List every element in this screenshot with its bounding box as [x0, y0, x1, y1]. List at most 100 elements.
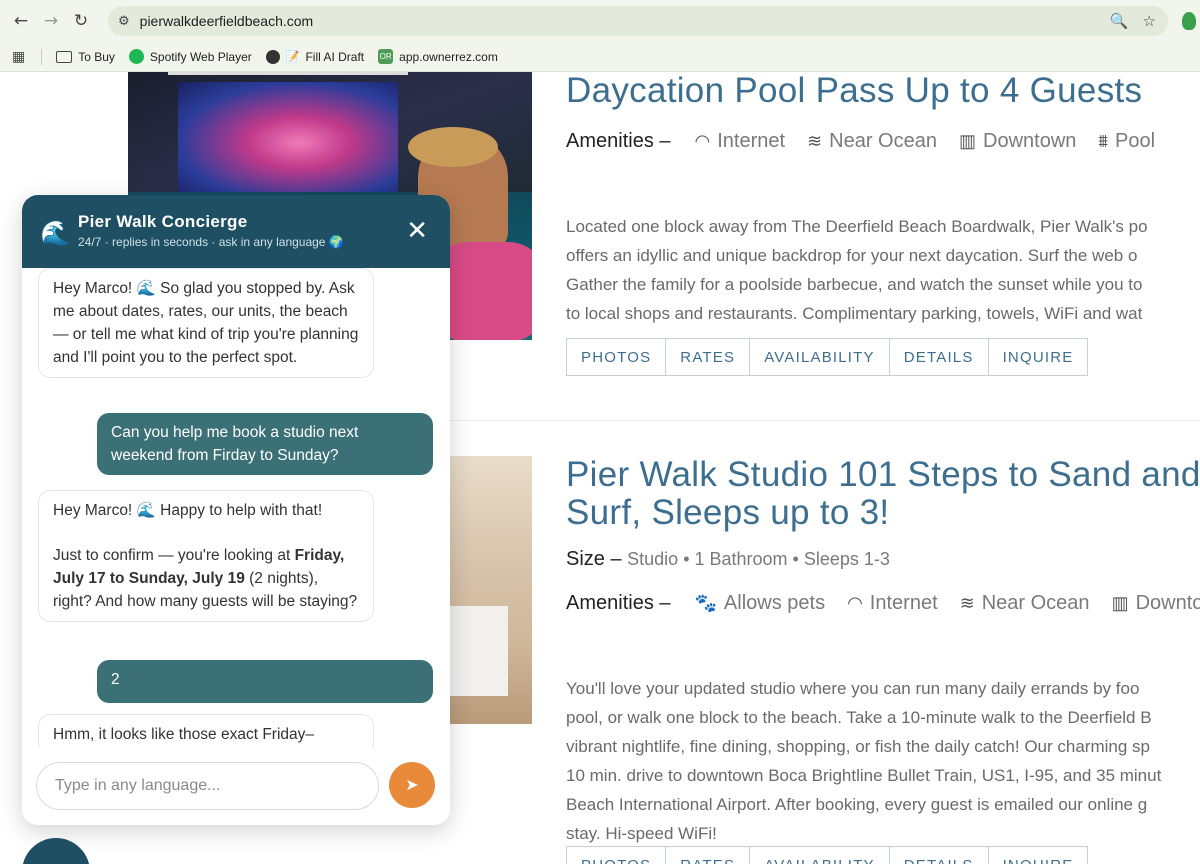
globe-icon	[265, 49, 280, 64]
amenity-pool: ⩩ Pool	[1098, 130, 1155, 153]
send-icon[interactable]: ➤	[389, 762, 435, 808]
bookmark-label: app.ownerrez.com	[399, 49, 498, 64]
amenity-near-ocean: ≋ Near Ocean	[807, 130, 937, 153]
listing-description: You'll love your updated studio where yo…	[566, 674, 1200, 848]
amenity-label: Near Ocean	[829, 130, 937, 152]
bot-message-line: Hey Marco! 🌊 Happy to help with that!	[53, 502, 323, 519]
availability-button[interactable]: AVAILABILITY	[750, 847, 890, 864]
photos-button[interactable]: PHOTOS	[567, 339, 667, 375]
chat-subtitle: 24/7 · replies in seconds · ask in any l…	[78, 235, 344, 249]
amenity-downtown: ▥ Downtown	[1112, 592, 1200, 615]
rates-button[interactable]: RATES	[666, 847, 751, 864]
wifi-icon: ◠	[694, 131, 711, 151]
bot-message: Hey Marco! 🌊 Happy to help with that! Ju…	[38, 490, 374, 622]
browser-toolbar: ← → ↻ ⚙ pierwalkdeerfieldbeach.com 🔍 ☆	[0, 0, 1200, 42]
listing-title-continued[interactable]: Surf, Sleeps up to 3!	[566, 494, 889, 532]
amenity-downtown: ▥ Downtown	[959, 130, 1076, 153]
amenities-label: Amenities –	[566, 592, 671, 614]
bookmark-divider	[41, 48, 43, 65]
chat-widget: 🌊 Pier Walk Concierge 24/7 · replies in …	[22, 195, 450, 825]
address-bar[interactable]: ⚙ pierwalkdeerfieldbeach.com 🔍 ☆	[108, 6, 1168, 36]
listing-title[interactable]: Daycation Pool Pass Up to 4 Guests	[566, 72, 1142, 110]
photo-lotus-mural	[178, 82, 398, 192]
bookmark-ownerrez[interactable]: OR app.ownerrez.com	[378, 49, 498, 64]
spotify-icon	[128, 49, 144, 64]
size-row: Size – Studio • 1 Bathroom • Sleeps 1-3	[566, 548, 890, 571]
photo-hat	[408, 127, 498, 167]
waves-icon: ≋	[807, 131, 823, 151]
amenity-label: Pool	[1115, 130, 1156, 152]
listing-photo-studio[interactable]	[448, 456, 532, 724]
details-button[interactable]: DETAILS	[890, 339, 989, 375]
extension-icon[interactable]	[1182, 12, 1196, 30]
chat-title: Pier Walk Concierge	[78, 212, 248, 231]
rates-button[interactable]: RATES	[666, 339, 751, 375]
ownerrez-icon: OR	[378, 49, 394, 64]
zoom-icon[interactable]: 🔍	[1110, 12, 1129, 30]
amenities-row: Amenities – 🐾 Allows pets ◠ Internet ≋ Near…	[566, 592, 1200, 615]
pool-ladder-icon: ⩩	[1098, 131, 1109, 151]
amenity-label: Allows pets	[723, 592, 826, 614]
bookmark-spotify[interactable]: Spotify Web Player	[128, 49, 252, 64]
description-line: 10 min. drive to downtown Boca Brightlin…	[566, 766, 1162, 785]
bookmark-label: Spotify Web Player	[149, 49, 252, 64]
description-line: Located one block away from The Deerfiel…	[566, 217, 1148, 236]
building-icon: ▥	[958, 131, 976, 151]
user-message: 2	[97, 660, 433, 703]
amenity-internet: ◠ Internet	[695, 130, 786, 153]
amenity-label: Downtown	[1135, 592, 1200, 614]
back-arrow-icon[interactable]: ←	[6, 6, 36, 36]
size-value: Studio • 1 Bathroom • Sleeps 1-3	[627, 549, 890, 569]
description-line: Gather the family for a poolside barbecu…	[566, 275, 1143, 294]
bot-message: Hey Marco! 🌊 So glad you stopped by. Ask…	[38, 268, 374, 378]
draft-icon: 📝	[285, 51, 300, 63]
url-text: pierwalkdeerfieldbeach.com	[139, 13, 314, 29]
chat-input[interactable]: Type in any language...	[36, 762, 379, 810]
amenity-label: Near Ocean	[981, 592, 1090, 614]
photos-button[interactable]: PHOTOS	[567, 847, 667, 864]
amenity-label: Downtown	[983, 130, 1077, 152]
amenities-row: Amenities – ◠ Internet ≋ Near Ocean ▥ Downt…	[566, 130, 1155, 153]
wave-logo-icon: 🌊	[40, 220, 70, 247]
forward-arrow-icon[interactable]: →	[36, 6, 66, 36]
description-line: stay. Hi-speed WiFi!	[566, 824, 717, 843]
inquire-button[interactable]: INQUIRE	[989, 339, 1088, 375]
description-line: pool, or walk one block to the beach. Ta…	[566, 708, 1152, 727]
photo-bed	[448, 606, 508, 696]
bot-message-text: Just to confirm — you're looking at	[53, 547, 295, 564]
description-line: Beach International Airport. After booki…	[566, 795, 1148, 814]
amenity-near-ocean: ≋ Near Ocean	[960, 592, 1090, 615]
bookmark-label: Fill AI Draft	[305, 49, 365, 64]
amenities-label: Amenities –	[566, 130, 671, 152]
description-line: You'll love your updated studio where yo…	[566, 679, 1140, 698]
bot-message-paragraph: Just to confirm — you're looking at Frid…	[53, 544, 359, 613]
reload-icon[interactable]: ↻	[66, 6, 96, 36]
building-icon: ▥	[1111, 593, 1129, 613]
bookmark-star-icon[interactable]: ☆	[1143, 12, 1156, 30]
description-line: offers an idyllic and unique backdrop fo…	[566, 246, 1138, 265]
close-icon[interactable]: ✕	[406, 217, 428, 243]
amenity-label: Internet	[717, 130, 786, 152]
user-message: Can you help me book a studio next weeke…	[97, 413, 433, 475]
description-line: to local shops and restaurants. Complime…	[566, 304, 1143, 323]
details-button[interactable]: DETAILS	[890, 847, 989, 864]
inquire-button[interactable]: INQUIRE	[989, 847, 1088, 864]
chat-header: 🌊 Pier Walk Concierge 24/7 · replies in …	[22, 195, 450, 268]
apps-grid-icon[interactable]: ▦	[12, 48, 25, 65]
bot-message: Hmm, it looks like those exact Friday–	[38, 714, 374, 748]
folder-icon	[56, 50, 73, 63]
bookmark-to-buy[interactable]: To Buy	[56, 50, 115, 64]
paw-icon: 🐾	[694, 593, 717, 613]
amenity-label: Internet	[869, 592, 938, 614]
size-label: Size –	[566, 548, 622, 570]
bookmark-fill-ai-draft[interactable]: 📝 Fill AI Draft	[265, 49, 365, 64]
site-settings-icon[interactable]: ⚙	[118, 14, 130, 29]
listing-description: Located one block away from The Deerfiel…	[566, 212, 1200, 328]
chat-messages[interactable]: Hey Marco! 🌊 So glad you stopped by. Ask…	[22, 268, 450, 748]
waves-icon: ≋	[959, 593, 975, 613]
amenity-allows-pets: 🐾 Allows pets	[695, 592, 826, 615]
availability-button[interactable]: AVAILABILITY	[750, 339, 890, 375]
wifi-icon: ◠	[847, 593, 863, 613]
listing-title[interactable]: Pier Walk Studio 101 Steps to Sand and	[566, 456, 1200, 494]
listing-action-buttons: PHOTOS RATES AVAILABILITY DETAILS INQUIR…	[566, 846, 1089, 864]
